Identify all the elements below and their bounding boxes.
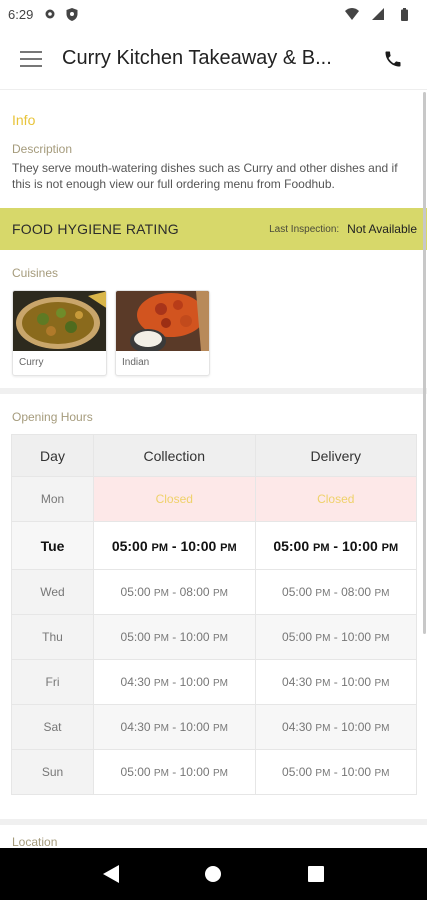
cuisines-label: Cuisines xyxy=(12,266,59,280)
description-text: They serve mouth-watering dishes such as… xyxy=(12,161,398,191)
day-cell: Thu xyxy=(11,614,94,660)
cuisine-name: Curry xyxy=(19,357,44,368)
info-heading: Info xyxy=(12,112,36,128)
table-header-row: Day Collection Delivery xyxy=(11,434,417,477)
gear-icon xyxy=(43,7,57,21)
day-cell: Tue xyxy=(11,521,94,570)
day-cell: Mon xyxy=(11,476,94,522)
column-header-delivery: Delivery xyxy=(254,434,417,477)
delivery-cell: 05:00 PM - 10:00 PM xyxy=(254,521,417,570)
day-cell: Sat xyxy=(11,704,94,750)
delivery-cell: 04:30 PM - 10:00 PM xyxy=(254,659,417,705)
day-cell: Fri xyxy=(11,659,94,705)
inspection-label: Last Inspection: xyxy=(269,223,340,235)
table-row: Mon Closed Closed xyxy=(11,476,417,522)
collection-cell: 05:00 PM - 08:00 PM xyxy=(93,569,256,615)
recents-icon[interactable] xyxy=(304,862,328,886)
location-label: Location xyxy=(12,835,58,848)
shield-icon xyxy=(65,7,79,21)
delivery-cell: 05:00 PM - 10:00 PM xyxy=(254,749,417,795)
system-nav-bar xyxy=(0,848,427,900)
collection-cell: 04:30 PM - 10:00 PM xyxy=(93,659,256,705)
cuisine-card-curry[interactable]: Curry xyxy=(12,290,107,376)
table-row: Sun 05:00 PM - 10:00 PM 05:00 PM - 10:00… xyxy=(11,749,417,795)
restaurant-info-content[interactable]: Info Description They serve mouth-wateri… xyxy=(0,90,427,848)
cuisine-card-indian[interactable]: Indian xyxy=(115,290,210,376)
back-icon[interactable] xyxy=(99,862,123,886)
table-row: Sat 04:30 PM - 10:00 PM 04:30 PM - 10:00… xyxy=(11,704,417,750)
table-row: Tue 05:00 PM - 10:00 PM 05:00 PM - 10:00… xyxy=(11,521,417,570)
collection-cell: 05:00 PM - 10:00 PM xyxy=(93,614,256,660)
delivery-cell: 04:30 PM - 10:00 PM xyxy=(254,704,417,750)
page-title: Curry Kitchen Takeaway & B... xyxy=(62,47,332,69)
inspection-value: Not Available xyxy=(347,222,417,236)
curry-image xyxy=(13,291,106,351)
opening-hours-table: Day Collection Delivery Mon Closed Close… xyxy=(11,434,417,795)
delivery-cell: 05:00 PM - 08:00 PM xyxy=(254,569,417,615)
column-header-collection: Collection xyxy=(93,434,256,477)
day-cell: Wed xyxy=(11,569,94,615)
cuisine-list: Curry Indian xyxy=(0,290,427,388)
delivery-cell: Closed xyxy=(254,476,417,522)
collection-cell: 05:00 PM - 10:00 PM xyxy=(93,521,256,570)
status-bar: 6:29 xyxy=(0,0,427,28)
table-row: Wed 05:00 PM - 08:00 PM 05:00 PM - 08:00… xyxy=(11,569,417,615)
app-bar: Curry Kitchen Takeaway & B... xyxy=(0,28,427,90)
day-cell: Sun xyxy=(11,749,94,795)
delivery-cell: 05:00 PM - 10:00 PM xyxy=(254,614,417,660)
hamburger-icon[interactable] xyxy=(20,50,42,67)
phone-icon[interactable] xyxy=(381,47,405,71)
cuisine-name: Indian xyxy=(122,357,150,368)
status-time: 6:29 xyxy=(8,6,34,22)
indian-food-image xyxy=(116,291,209,351)
battery-icon xyxy=(397,7,411,21)
collection-cell: Closed xyxy=(93,476,256,522)
wifi-icon xyxy=(345,7,359,21)
hygiene-title: FOOD HYGIENE RATING xyxy=(12,221,179,237)
table-row: Thu 05:00 PM - 10:00 PM 05:00 PM - 10:00… xyxy=(11,614,417,660)
signal-icon xyxy=(371,7,385,21)
collection-cell: 05:00 PM - 10:00 PM xyxy=(93,749,256,795)
opening-hours-label: Opening Hours xyxy=(12,410,93,424)
collection-cell: 04:30 PM - 10:00 PM xyxy=(93,704,256,750)
home-icon[interactable] xyxy=(201,862,225,886)
column-header-day: Day xyxy=(11,434,94,477)
scrollbar[interactable] xyxy=(423,92,426,634)
description-label: Description xyxy=(12,142,73,156)
table-row: Fri 04:30 PM - 10:00 PM 04:30 PM - 10:00… xyxy=(11,659,417,705)
hygiene-rating-banner: FOOD HYGIENE RATING Last Inspection: Not… xyxy=(0,208,427,250)
